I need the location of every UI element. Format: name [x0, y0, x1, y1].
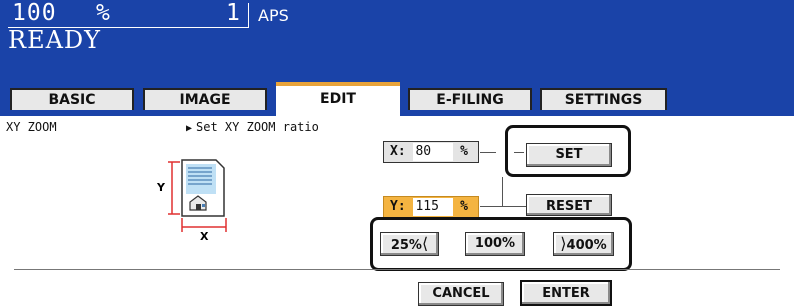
zoom-100-button[interactable]: 100%	[465, 232, 525, 256]
copy-count: 1	[226, 0, 240, 26]
footer-divider	[14, 269, 780, 270]
paper-mode: APS	[258, 6, 289, 25]
y-field-unit: %	[460, 199, 468, 214]
function-description: ▶ Set XY ZOOM ratio	[186, 120, 319, 134]
tab-image[interactable]: IMAGE	[143, 88, 267, 110]
tab-settings[interactable]: SETTINGS	[540, 88, 667, 110]
x-field-value: 80	[413, 143, 454, 161]
edit-pane: XY ZOOM ▶ Set XY ZOOM ratio Y X X: 80 % …	[0, 116, 794, 306]
zoom-25-button[interactable]: 25%⟨	[380, 232, 439, 256]
zoom-400-button[interactable]: ⟩400%	[553, 232, 614, 256]
x-field-unit: %	[460, 144, 468, 159]
zoom-unit: %	[96, 0, 111, 26]
y-field-label: Y:	[390, 199, 406, 214]
chevron-left-icon: ⟨	[421, 234, 429, 253]
y-field-value: 115	[413, 198, 454, 216]
function-title: XY ZOOM	[6, 120, 57, 134]
status-header: 100 % 1 APS READY	[0, 0, 794, 82]
tab-edit[interactable]: EDIT	[276, 82, 400, 118]
x-field-label: X:	[390, 144, 406, 159]
tab-basic[interactable]: BASIC	[10, 88, 134, 110]
x-axis-label: X	[200, 230, 209, 243]
tab-label: E-FILING	[436, 92, 504, 108]
x-connector-line	[480, 152, 496, 153]
triangle-right-icon: ▶	[186, 123, 193, 134]
tab-label: BASIC	[48, 92, 96, 108]
enter-button[interactable]: ENTER	[520, 280, 612, 306]
y-axis-label: Y	[157, 181, 165, 194]
tab-e-filing[interactable]: E-FILING	[408, 88, 532, 110]
y-ratio-field[interactable]: Y: 115 %	[383, 196, 479, 218]
function-description-text: Set XY ZOOM ratio	[196, 120, 319, 134]
machine-status: READY	[8, 26, 102, 54]
zoom-25-label: 25%	[390, 238, 422, 253]
vertical-connector-line	[502, 177, 503, 207]
zoom-readout: 100 %	[12, 0, 110, 26]
tab-label: IMAGE	[179, 92, 231, 108]
tab-label: EDIT	[320, 91, 356, 107]
document-page-icon	[181, 159, 225, 217]
set-button[interactable]: SET	[526, 143, 612, 167]
header-divider	[248, 3, 249, 28]
tab-label: SETTINGS	[564, 92, 643, 108]
zoom-400-label: 400%	[566, 238, 607, 253]
y-connector-line	[480, 206, 526, 207]
zoom-value: 100	[12, 0, 57, 26]
cancel-button[interactable]: CANCEL	[418, 282, 504, 306]
reset-button[interactable]: RESET	[526, 194, 612, 216]
x-ratio-field[interactable]: X: 80 %	[383, 141, 479, 163]
